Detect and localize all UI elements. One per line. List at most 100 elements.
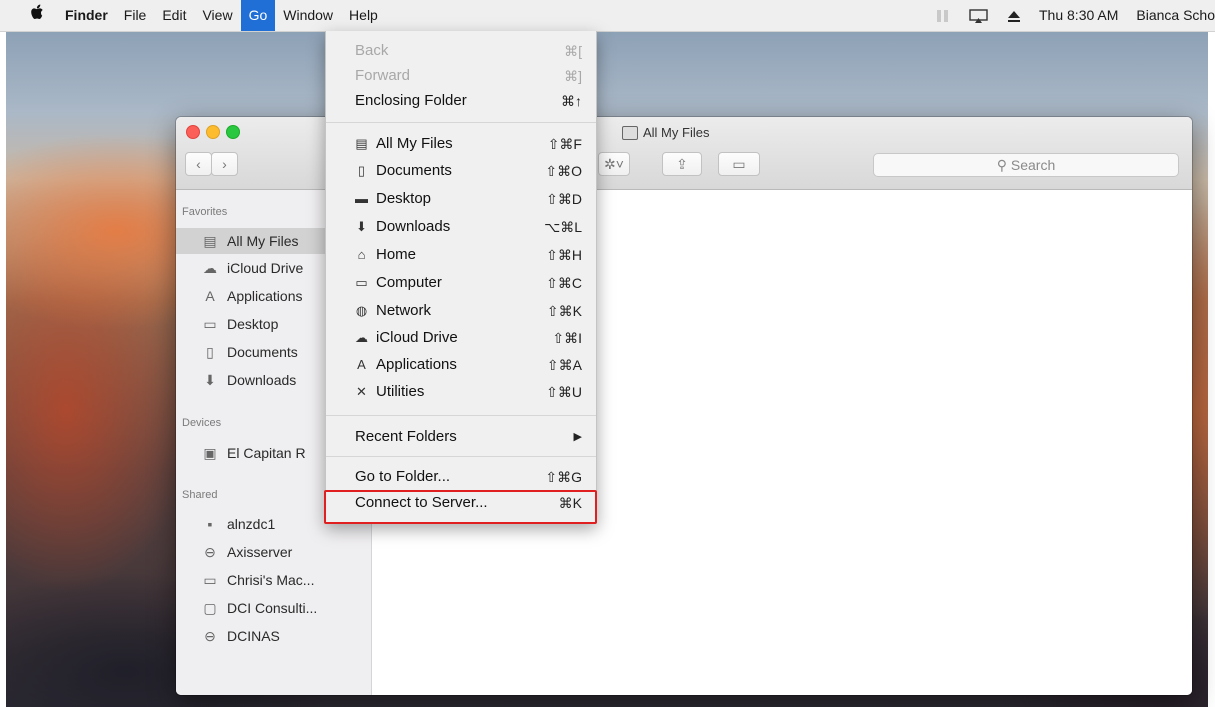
desktop-icon: ▭ [203,316,217,332]
menu-item-enclosing-folder[interactable]: Enclosing Folder ⌘↑ [326,89,596,113]
menu-item-go-to-folder[interactable]: Go to Folder... ⇧⌘G [326,465,596,489]
gear-icon: ✲˅ [604,156,624,172]
menu-item-shortcut: ⇧⌘O [545,163,582,179]
desktop-icon: ▬ [355,190,368,206]
sidebar-item-label: Desktop [227,316,279,332]
sidebar-heading-devices: Devices [182,417,222,429]
tags-button[interactable]: ▭ [718,152,760,176]
monitor-icon: ▢ [203,600,217,616]
server-icon: ▪ [207,516,213,532]
airplay-display-icon[interactable] [960,0,998,31]
menu-separator [326,456,596,457]
sidebar-item-label: Chrisi's Mac... [227,572,315,588]
menubar-clock[interactable]: Thu 8:30 AM [1030,0,1127,31]
downloads-icon: ⬇ [356,218,367,234]
disk-icon: ▣ [203,445,217,461]
connect-to-server-highlight [324,490,597,524]
back-nav-button[interactable]: ‹ [185,152,212,176]
menu-item-label: Utilities [376,383,425,400]
sidebar-item-label: Applications [227,288,303,304]
all-files-icon [622,125,638,140]
menu-item-applications[interactable]: A Applications ⇧⌘A [326,353,596,377]
nas-icon: ⊖ [204,628,216,644]
menu-view[interactable]: View [194,0,240,31]
menu-item-home[interactable]: ⌂ Home ⇧⌘H [326,243,596,267]
menu-item-shortcut: ⌘] [564,68,582,84]
menu-item-label: Go to Folder... [355,468,451,485]
menu-item-network[interactable]: ◍ Network ⇧⌘K [326,299,596,323]
computer-icon: ▭ [355,274,368,290]
search-icon: ⚲ [996,157,1007,173]
search-field[interactable]: ⚲ Search [873,153,1179,177]
menu-item-all-my-files[interactable]: ▤ All My Files ⇧⌘F [326,132,596,156]
menu-edit[interactable]: Edit [154,0,194,31]
sidebar-heading-favorites: Favorites [182,206,228,218]
menu-window[interactable]: Window [275,0,341,31]
nas-icon: ⊖ [204,544,216,560]
menu-item-downloads[interactable]: ⬇ Downloads ⌥⌘L [326,215,596,239]
menu-item-label: Documents [376,162,452,179]
menu-item-icloud-drive[interactable]: ☁ iCloud Drive ⇧⌘I [326,326,596,350]
share-button[interactable]: ⇪ [662,152,702,176]
sidebar-item-label: El Capitan R [227,445,306,461]
menu-item-label: Network [376,302,432,319]
menu-item-shortcut: ⇧⌘D [546,191,582,207]
menu-go[interactable]: Go [240,0,276,31]
eject-icon[interactable] [998,0,1030,31]
menu-item-shortcut: ⌘↑ [561,93,582,109]
sidebar-item-dci-consulting[interactable]: ▢ DCI Consulti... [176,595,371,621]
sidebar-item-axisserver[interactable]: ⊖ Axisserver [176,539,371,565]
sidebar-item-label: Downloads [227,372,297,388]
app-menu-finder[interactable]: Finder [57,0,116,31]
menu-item-recent-folders[interactable]: Recent Folders ▶ [326,425,596,449]
sidebar-item-label: Axisserver [227,544,293,560]
menu-item-computer[interactable]: ▭ Computer ⇧⌘C [326,271,596,295]
menu-item-label: Recent Folders [355,428,457,445]
forward-nav-button[interactable]: › [211,152,238,176]
applications-icon: A [357,356,366,372]
action-gear-button[interactable]: ✲˅ [598,152,630,176]
menu-item-label: Back [355,42,389,59]
menu-item-utilities[interactable]: ✕ Utilities ⇧⌘U [326,380,596,404]
menu-separator [326,415,596,416]
menu-item-desktop[interactable]: ▬ Desktop ⇧⌘D [326,187,596,211]
documents-icon: ▯ [357,162,366,178]
cloud-icon: ☁ [355,329,368,345]
menu-item-back[interactable]: Back ⌘[ [326,39,596,63]
downloads-icon: ⬇ [204,372,216,388]
sidebar-heading-shared: Shared [182,489,218,501]
sidebar-item-label: iCloud Drive [227,260,304,276]
sidebar-item-dcinas[interactable]: ⊖ DCINAS [176,623,371,649]
go-menu-dropdown: Back ⌘[ Forward ⌘] Enclosing Folder ⌘↑ ▤… [325,31,597,523]
menu-item-shortcut: ⇧⌘F [547,136,582,152]
menu-item-shortcut: ⌥⌘L [544,219,582,235]
sidebar-item-chrisis-mac[interactable]: ▭ Chrisi's Mac... [176,567,371,593]
close-window-button[interactable] [186,125,200,139]
dropbox-status-icon[interactable] [926,0,960,31]
network-icon: ◍ [355,302,368,318]
menu-item-shortcut: ⇧⌘K [546,303,582,319]
menu-item-label: All My Files [376,135,453,152]
menu-separator [326,122,596,123]
menu-item-shortcut: ⇧⌘U [546,384,582,400]
menu-item-shortcut: ⌘[ [564,43,582,59]
menu-item-documents[interactable]: ▯ Documents ⇧⌘O [326,159,596,183]
sidebar-item-label: alnzdc1 [227,516,276,532]
menu-item-shortcut: ⇧⌘I [552,330,582,346]
menu-item-shortcut: ⇧⌘A [546,357,582,373]
cloud-icon: ☁ [203,260,217,276]
menu-file[interactable]: File [116,0,155,31]
minimize-window-button[interactable] [206,125,220,139]
window-title-text: All My Files [643,125,710,140]
submenu-arrow-icon: ▶ [573,431,582,443]
sidebar-item-label: Documents [227,344,298,360]
menubar-user[interactable]: Bianca Scho [1127,0,1215,31]
menu-item-forward[interactable]: Forward ⌘] [326,64,596,88]
menubar-status-area: Thu 8:30 AM Bianca Scho [926,0,1215,31]
sidebar-item-label: DCINAS [227,628,280,644]
menu-bar: Finder File Edit View Go Window Help Thu… [0,0,1215,32]
apple-logo-icon[interactable] [0,0,57,31]
laptop-icon: ▭ [203,572,217,588]
menu-help[interactable]: Help [341,0,386,31]
zoom-window-button[interactable] [226,125,240,139]
